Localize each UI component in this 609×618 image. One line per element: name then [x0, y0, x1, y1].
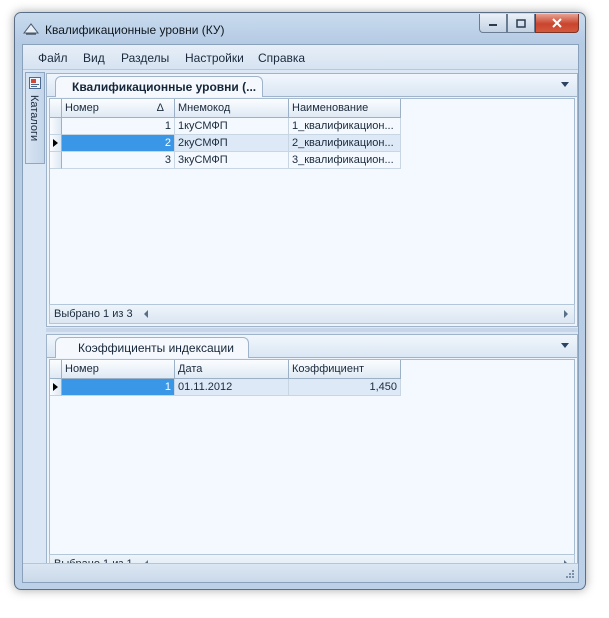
chevron-down-icon[interactable]	[561, 82, 569, 87]
current-row-arrow-icon	[53, 383, 58, 391]
menu-bar: Файл Вид Разделы Настройки Справка	[23, 45, 578, 70]
current-row-arrow-icon	[53, 139, 58, 147]
row-indicator-current[interactable]	[50, 379, 62, 396]
row-indicator-header	[50, 360, 62, 379]
scroll-right-icon[interactable]	[564, 310, 568, 318]
qualification-levels-panel: Квалификационные уровни (... Номер Δ Мне…	[46, 73, 578, 327]
cell-name[interactable]: 2_квалификацион...	[289, 135, 401, 152]
minimize-icon	[489, 24, 497, 26]
cell-name[interactable]: 1_квалификацион...	[289, 118, 401, 135]
column-header-code[interactable]: Мнемокод	[175, 99, 289, 118]
title-bar[interactable]: Квалификационные уровни (КУ)	[15, 13, 585, 45]
catalog-icon	[29, 77, 41, 89]
selection-count: Выбрано 1 из 3	[54, 308, 133, 320]
catalogs-label: Каталоги	[28, 95, 40, 142]
panel-splitter[interactable]	[46, 328, 578, 332]
main-window: Квалификационные уровни (КУ) Файл Вид Ра…	[14, 12, 586, 590]
close-icon	[552, 18, 562, 28]
cell-number-selected[interactable]: 1	[62, 379, 175, 396]
resize-grip-icon[interactable]	[565, 569, 575, 579]
panel-header: Коэффициенты индексации	[47, 335, 577, 358]
maximize-icon	[516, 18, 526, 28]
indexation-coefficients-grid: Номер Дата Коэффициент 1 01.11.2012 1,45…	[49, 359, 575, 555]
row-indicator-current[interactable]	[50, 135, 62, 152]
column-header-label: Мнемокод	[178, 102, 231, 114]
menu-settings[interactable]: Настройки	[185, 51, 244, 65]
cell-number[interactable]: 3	[62, 152, 175, 169]
row-indicator-header	[50, 99, 62, 118]
column-header-number[interactable]: Номер	[62, 360, 175, 379]
tab-label: Квалификационные уровни (...	[72, 80, 257, 94]
menu-view[interactable]: Вид	[83, 51, 105, 65]
tab-qualification-levels[interactable]: Квалификационные уровни (...	[55, 76, 264, 97]
window-status-bar	[23, 563, 578, 582]
tab-label: Коэффициенты индексации	[78, 341, 234, 355]
column-header-coefficient[interactable]: Коэффициент	[289, 360, 401, 379]
row-indicator[interactable]	[50, 118, 62, 135]
menu-sections[interactable]: Разделы	[121, 51, 169, 65]
qualification-levels-grid: Номер Δ Мнемокод Наименование 1 1куСМФП …	[49, 98, 575, 305]
menu-help[interactable]: Справка	[258, 51, 305, 65]
app-logo-icon	[23, 23, 39, 35]
grid-status-bar: Выбрано 1 из 3	[49, 304, 575, 324]
column-header-label: Дата	[178, 363, 203, 375]
menu-file[interactable]: Файл	[38, 51, 68, 65]
column-header-date[interactable]: Дата	[175, 360, 289, 379]
window-title: Квалификационные уровни (КУ)	[45, 23, 225, 37]
minimize-button[interactable]	[479, 14, 507, 33]
column-header-label: Наименование	[292, 102, 369, 114]
cell-code[interactable]: 2куСМФП	[175, 135, 289, 152]
column-header-label: Номер	[65, 102, 99, 114]
cell-coefficient[interactable]: 1,450	[289, 379, 401, 396]
row-indicator[interactable]	[50, 152, 62, 169]
panel-header: Квалификационные уровни (...	[47, 74, 577, 97]
indexation-coefficients-panel: Коэффициенты индексации Номер Дата Коэфф…	[46, 334, 578, 576]
column-header-number[interactable]: Номер Δ	[62, 99, 175, 118]
close-button[interactable]	[535, 14, 579, 33]
cell-code[interactable]: 3куСМФП	[175, 152, 289, 169]
cell-number[interactable]: 1	[62, 118, 175, 135]
chevron-down-icon[interactable]	[561, 343, 569, 348]
cell-name[interactable]: 3_квалификацион...	[289, 152, 401, 169]
tab-indexation-coefficients[interactable]: Коэффициенты индексации	[55, 337, 249, 358]
scroll-left-icon[interactable]	[144, 310, 148, 318]
cell-code[interactable]: 1куСМФП	[175, 118, 289, 135]
cell-number-selected[interactable]: 2	[62, 135, 175, 152]
client-area: Файл Вид Разделы Настройки Справка Катал…	[22, 44, 579, 583]
cell-date[interactable]: 01.11.2012	[175, 379, 289, 396]
column-header-label: Номер	[65, 363, 99, 375]
catalogs-side-tab[interactable]: Каталоги	[25, 72, 45, 164]
sort-ascending-icon: Δ	[156, 102, 164, 114]
maximize-button[interactable]	[507, 14, 535, 33]
column-header-label: Коэффициент	[292, 363, 365, 375]
column-header-name[interactable]: Наименование	[289, 99, 401, 118]
